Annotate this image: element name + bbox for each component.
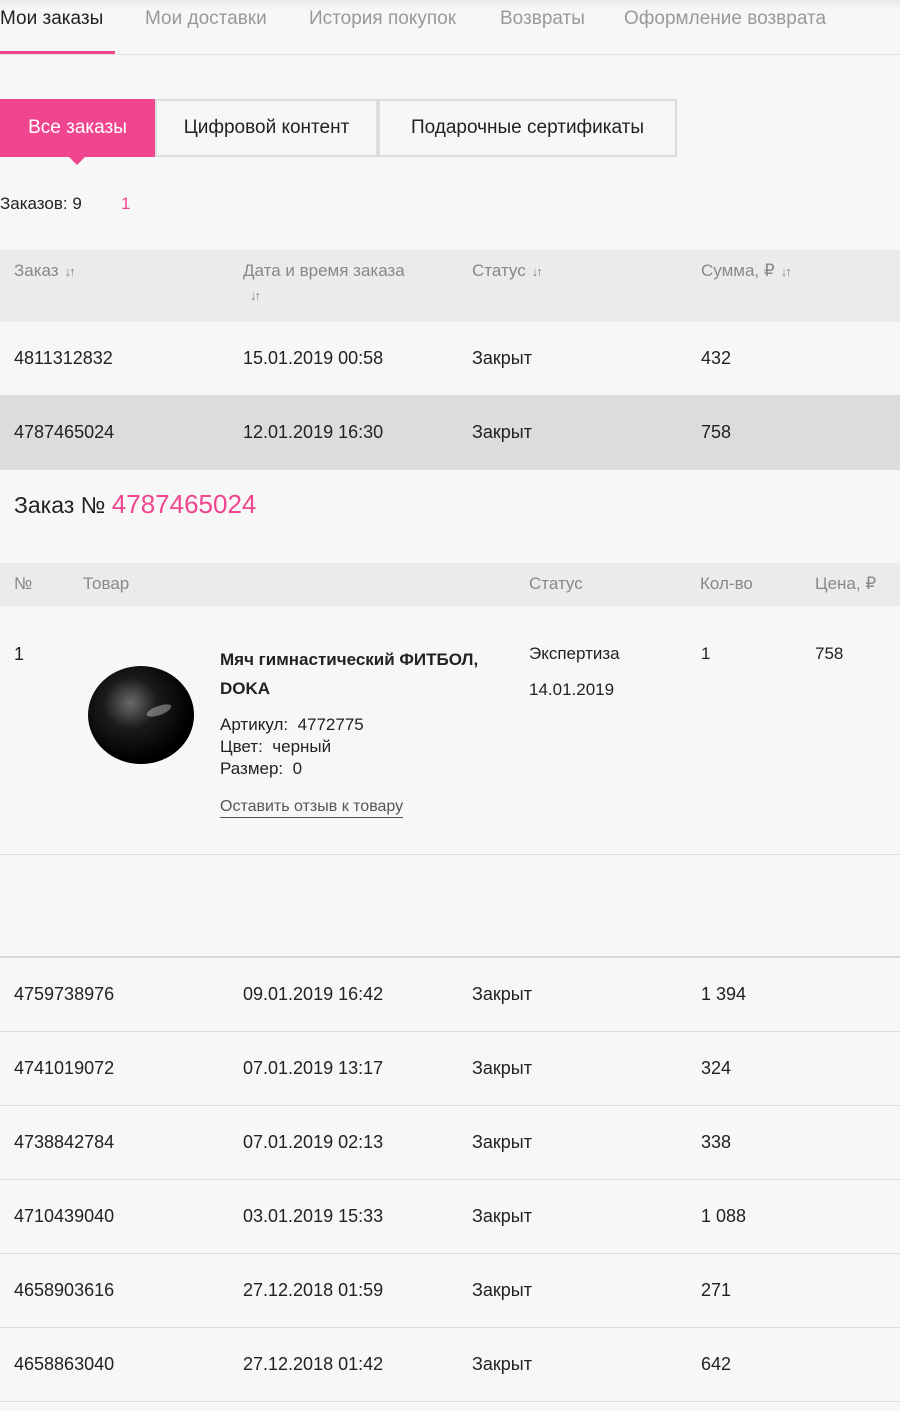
header-date-label: Дата и время заказа xyxy=(243,261,405,280)
item-status: Экспертиза xyxy=(529,644,620,663)
header-item-status: Статус xyxy=(529,574,583,593)
header-sum[interactable]: Сумма, ₽ ↓↑ xyxy=(701,261,792,281)
sort-arrows-icon[interactable]: ↓↑ xyxy=(250,288,261,303)
order-sum: 642 xyxy=(701,1354,732,1374)
size-label: Размер: xyxy=(220,759,284,778)
table-row[interactable]: 4658863040 27.12.2018 01:42 Закрыт 642 xyxy=(0,1328,900,1402)
order-detail-panel: Заказ № 4787465024 № Товар Статус Кол-во… xyxy=(0,470,900,958)
order-sum: 338 xyxy=(701,1132,732,1152)
order-date: 27.12.2018 01:42 xyxy=(243,1354,384,1374)
order-sum: 758 xyxy=(701,422,732,442)
table-row-selected[interactable]: 4787465024 12.01.2019 16:30 Закрыт 758 xyxy=(0,396,900,470)
header-product: Товар xyxy=(83,574,130,593)
order-date: 07.01.2019 02:13 xyxy=(243,1132,384,1152)
order-date: 27.12.2018 01:59 xyxy=(243,1280,384,1300)
tab-purchase-history[interactable]: История покупок xyxy=(309,8,456,30)
order-status: Закрыт xyxy=(472,422,532,442)
fitball-image[interactable] xyxy=(88,666,194,764)
header-date[interactable]: Дата и время заказа xyxy=(243,261,405,281)
order-status: Закрыт xyxy=(472,1058,532,1078)
article-label: Артикул: xyxy=(220,715,289,734)
article-value: 4772775 xyxy=(297,715,364,734)
segment-digital-content[interactable]: Цифровой контент xyxy=(155,99,378,157)
product-article: Артикул: 4772775 xyxy=(220,715,364,735)
sort-arrows-icon[interactable]: ↓↑ xyxy=(65,264,76,279)
order-sum: 1 394 xyxy=(701,984,747,1004)
top-tabs: Мои заказы Мои доставки История покупок … xyxy=(0,0,900,55)
order-id: 4658863040 xyxy=(14,1354,115,1374)
color-value: черный xyxy=(272,737,332,756)
table-row[interactable]: 4811312832 15.01.2019 00:58 Закрыт 432 xyxy=(0,322,900,396)
table-row[interactable]: 4759738976 09.01.2019 16:42 Закрыт 1 394 xyxy=(0,958,900,1032)
order-date: 15.01.2019 00:58 xyxy=(243,348,384,368)
order-id: 4658903616 xyxy=(14,1280,115,1300)
order-status: Закрыт xyxy=(472,1132,532,1152)
header-qty: Кол-во xyxy=(700,574,753,593)
header-status[interactable]: Статус ↓↑ xyxy=(472,261,543,281)
order-id: 4738842784 xyxy=(14,1132,115,1152)
order-detail-title-prefix: Заказ № xyxy=(14,492,106,518)
table-row[interactable]: 4710439040 03.01.2019 15:33 Закрыт 1 088 xyxy=(0,1180,900,1254)
table-row[interactable]: 4738842784 07.01.2019 02:13 Закрыт 338 xyxy=(0,1106,900,1180)
order-id: 4787465024 xyxy=(14,422,115,442)
order-items-header: № Товар Статус Кол-во Цена, ₽ xyxy=(0,563,900,606)
leave-review-link[interactable]: Оставить отзыв к товару xyxy=(220,797,404,818)
tab-my-deliveries[interactable]: Мои доставки xyxy=(145,8,267,30)
order-status: Закрыт xyxy=(472,984,532,1004)
order-date: 07.01.2019 13:17 xyxy=(243,1058,384,1078)
header-order-label: Заказ xyxy=(14,261,59,280)
order-status: Закрыт xyxy=(472,348,532,368)
divider xyxy=(0,854,900,855)
order-sum: 1 088 xyxy=(701,1206,747,1226)
product-color: Цвет: черный xyxy=(220,737,331,757)
tab-return-request[interactable]: Оформление возврата xyxy=(624,8,826,30)
order-id: 4811312832 xyxy=(14,348,113,368)
header-sum-label: Сумма, ₽ xyxy=(701,261,775,280)
header-status-label: Статус xyxy=(472,261,526,280)
order-detail-number: 4787465024 xyxy=(111,489,257,519)
sort-arrows-icon[interactable]: ↓↑ xyxy=(532,264,543,279)
color-label: Цвет: xyxy=(220,737,263,756)
tab-returns[interactable]: Возвраты xyxy=(500,8,585,30)
active-tab-indicator xyxy=(0,51,115,54)
table-row[interactable]: 4741019072 07.01.2019 13:17 Закрыт 324 xyxy=(0,1032,900,1106)
orders-count: Заказов: 9 xyxy=(0,194,82,213)
product-size: Размер: 0 xyxy=(220,759,302,779)
sort-arrows-icon[interactable]: ↓↑ xyxy=(781,264,792,279)
segment-all-orders[interactable]: Все заказы xyxy=(0,99,155,157)
order-id: 4759738976 xyxy=(14,984,115,1004)
order-date: 09.01.2019 16:42 xyxy=(243,984,384,1004)
active-segment-arrow xyxy=(67,155,87,165)
order-status: Закрыт xyxy=(472,1280,532,1300)
item-qty: 1 xyxy=(701,644,711,663)
order-detail-title: Заказ № 4787465024 xyxy=(14,489,256,520)
order-status: Закрыт xyxy=(472,1206,532,1226)
order-sum: 324 xyxy=(701,1058,732,1078)
product-name[interactable]: Мяч гимнастический ФИТБОЛ, DOKA xyxy=(220,645,510,703)
order-date: 12.01.2019 16:30 xyxy=(243,422,384,442)
order-date: 03.01.2019 15:33 xyxy=(243,1206,384,1226)
tab-my-orders[interactable]: Мои заказы xyxy=(0,8,103,30)
pagination-page-1[interactable]: 1 xyxy=(121,194,130,214)
table-row[interactable]: 4658903616 27.12.2018 01:59 Закрыт 271 xyxy=(0,1254,900,1328)
item-index: 1 xyxy=(14,644,25,664)
orders-table-header: Заказ ↓↑ Дата и время заказа ↓↑ Статус ↓↑ … xyxy=(0,250,900,322)
header-price: Цена, ₽ xyxy=(815,574,877,593)
order-sum: 432 xyxy=(701,348,732,368)
header-item-num: № xyxy=(14,574,33,593)
order-status: Закрыт xyxy=(472,1354,532,1374)
header-order[interactable]: Заказ ↓↑ xyxy=(14,261,76,281)
order-id: 4741019072 xyxy=(14,1058,115,1078)
item-status-date: 14.01.2019 xyxy=(529,680,615,699)
size-value: 0 xyxy=(292,759,303,778)
order-sum: 271 xyxy=(701,1280,732,1300)
segment-gift-cards[interactable]: Подарочные сертификаты xyxy=(378,99,677,157)
order-id: 4710439040 xyxy=(14,1206,115,1226)
item-price: 758 xyxy=(815,644,844,663)
